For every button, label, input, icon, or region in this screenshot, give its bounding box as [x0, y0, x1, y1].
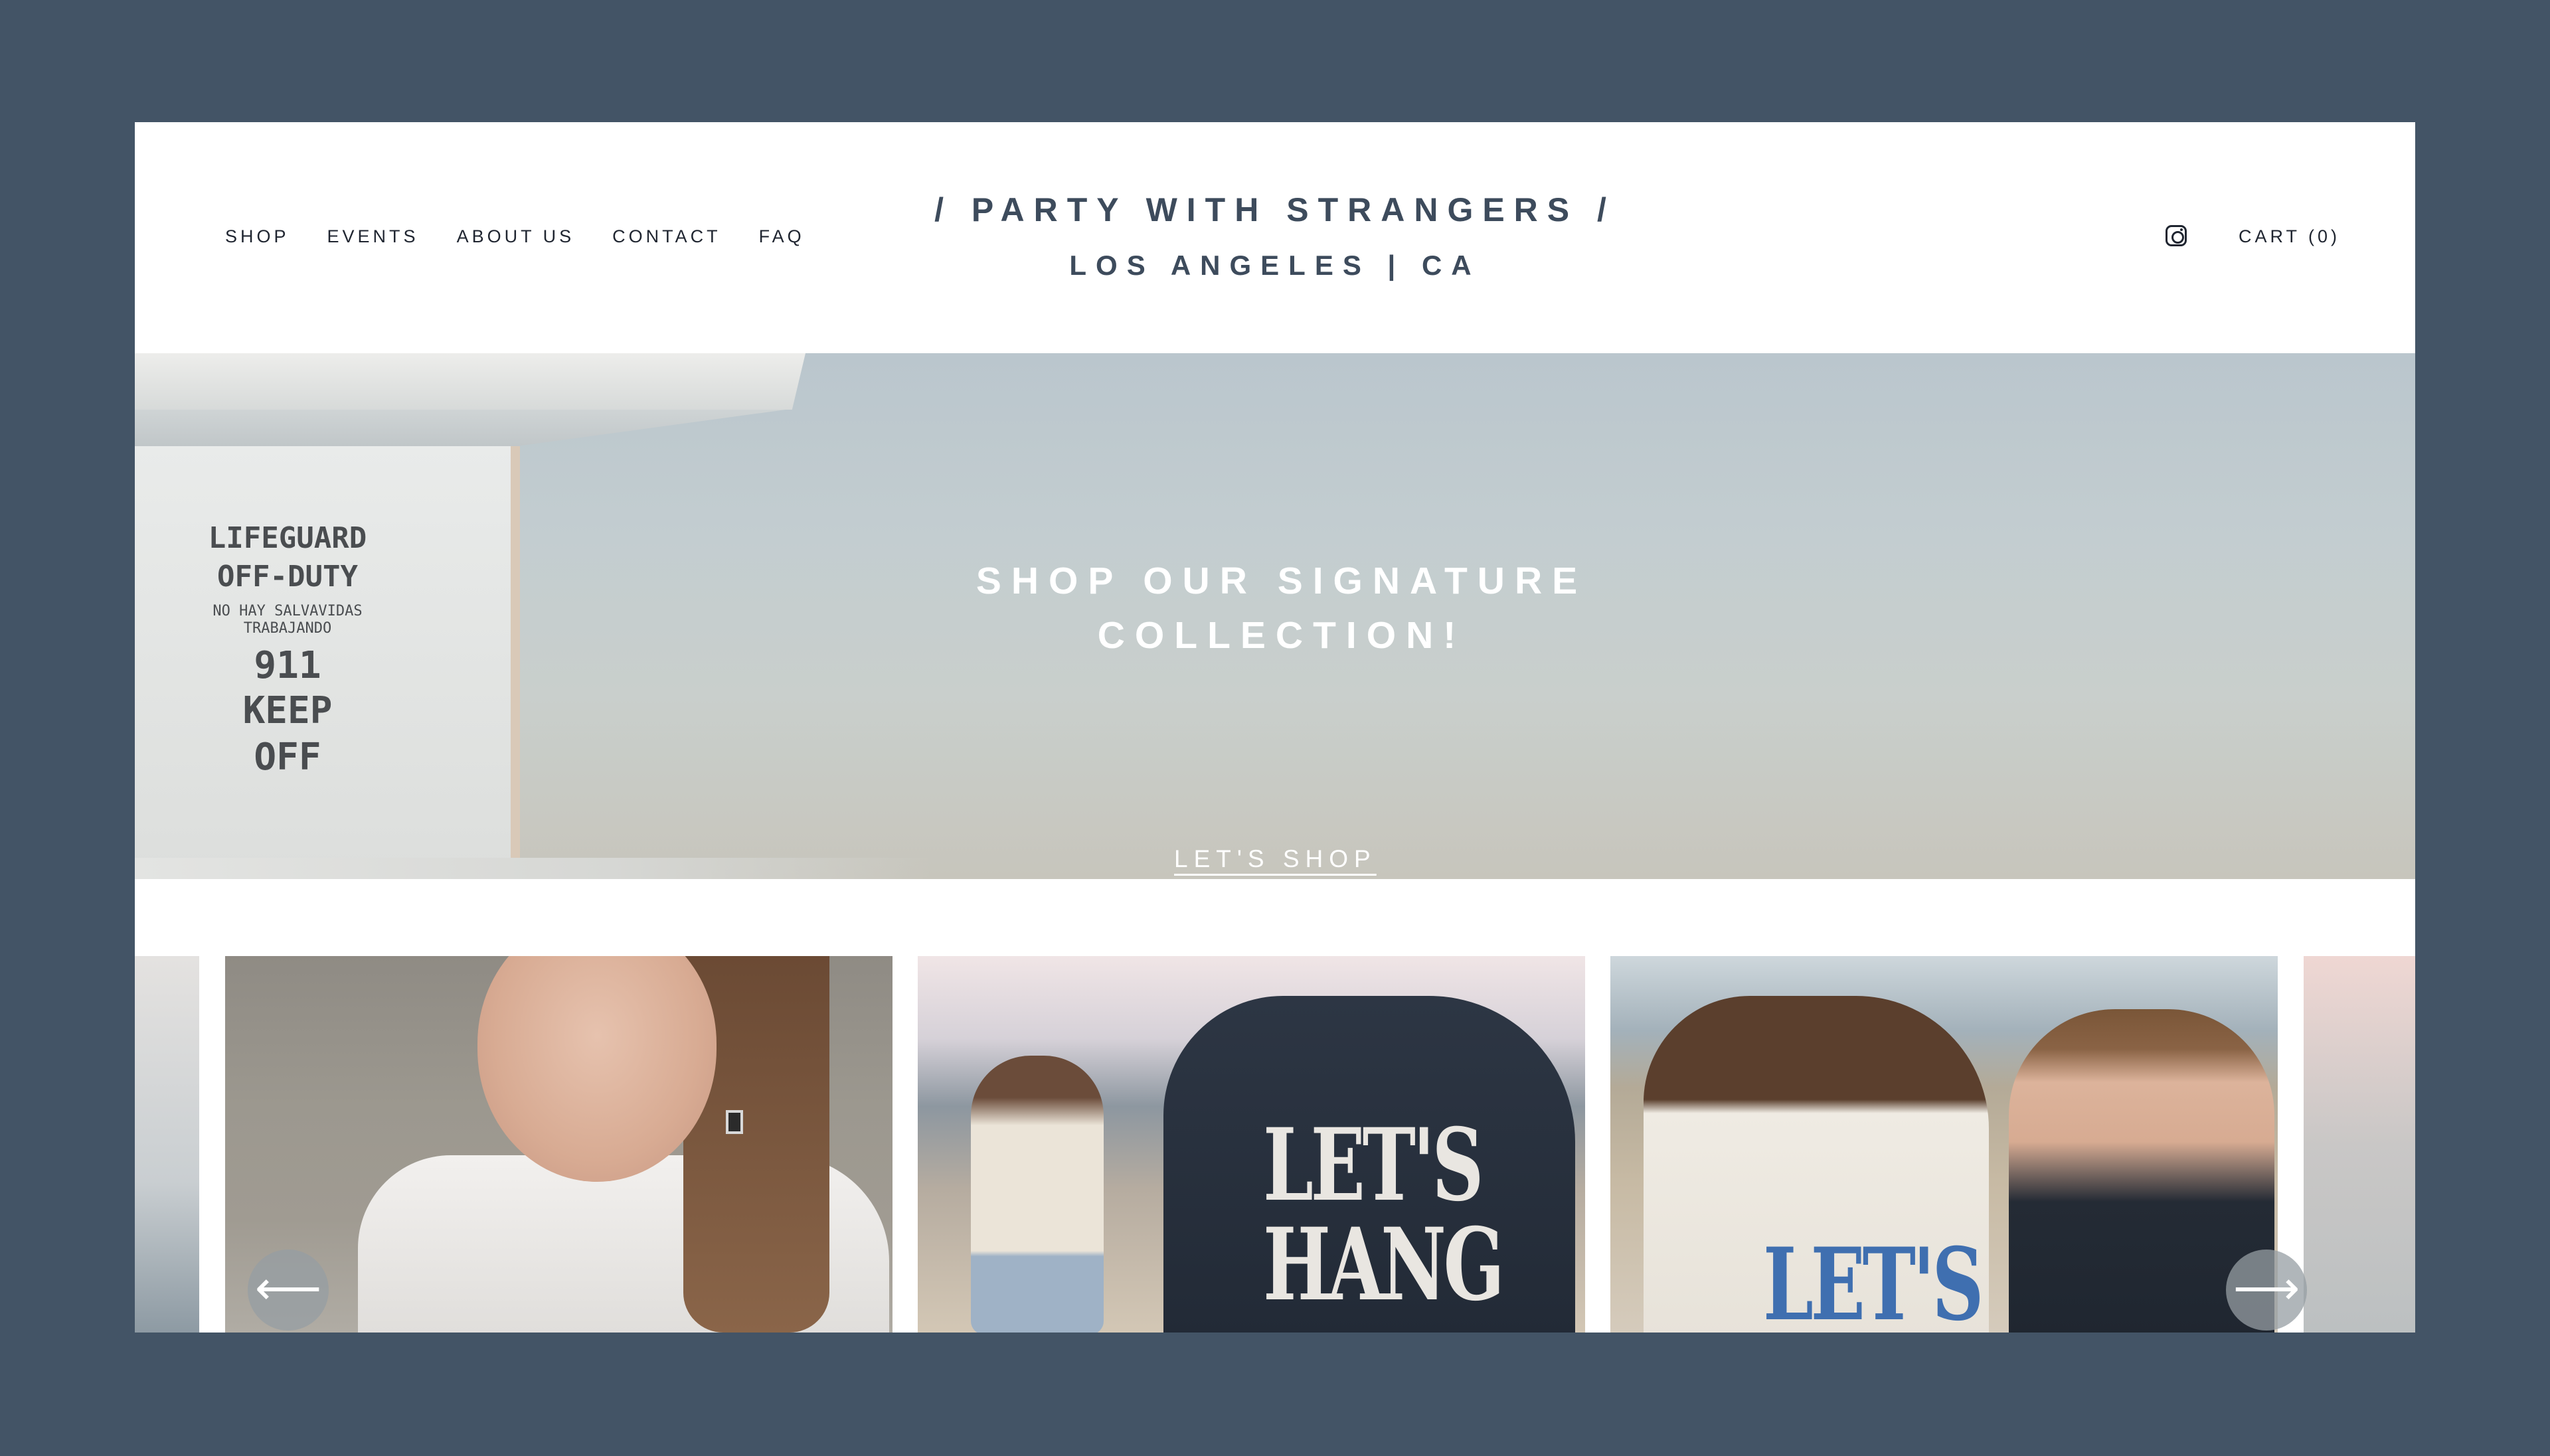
carousel-prev-button[interactable]: ⟵: [248, 1250, 329, 1331]
sweatshirt-print: LET'S HANG: [1263, 1107, 1505, 1323]
nav-faq[interactable]: FAQ: [759, 226, 805, 247]
site-frame: SHOP EVENTS ABOUT US CONTACT FAQ / PARTY…: [135, 122, 2415, 1333]
nav-contact[interactable]: CONTACT: [612, 226, 721, 247]
sign-text-spanish: NO HAY SALVAVIDAS TRABAJANDO: [212, 603, 363, 637]
carousel-slide[interactable]: LET'S: [1610, 956, 2278, 1333]
lifeguard-sign: LIFEGUARD OFF-DUTY NO HAY SALVAVIDAS TRA…: [201, 519, 374, 781]
lifeguard-tower-base: [135, 858, 932, 879]
arrow-right-icon: ⟶: [2233, 1261, 2300, 1315]
hero-banner: LIFEGUARD OFF-DUTY NO HAY SALVAVIDAS TRA…: [135, 353, 2415, 879]
carousel-next-button[interactable]: ⟶: [2226, 1250, 2307, 1331]
carousel-slide[interactable]: LET'S HANG: [918, 956, 1585, 1333]
nav-about-us[interactable]: ABOUT US: [457, 226, 575, 247]
instagram-icon[interactable]: [2166, 225, 2187, 246]
photo-walking-woman: [971, 1056, 1104, 1333]
photo-smiling-face: [477, 956, 717, 1182]
sign-text-911: 911: [254, 644, 321, 687]
nav-shop[interactable]: SHOP: [225, 226, 290, 247]
carousel-slide[interactable]: [2304, 956, 2415, 1333]
photo-carousel: LET'S HANG LET'S: [135, 956, 2415, 1333]
lets-shop-button[interactable]: LET'S SHOP: [1174, 845, 1377, 873]
sign-text-keep-off: KEEP OFF: [242, 689, 333, 779]
site-subtitle[interactable]: LOS ANGELES | CA: [135, 250, 2415, 282]
site-title[interactable]: / PARTY WITH STRANGERS /: [135, 191, 2415, 229]
lifeguard-tower-roof: [135, 353, 806, 410]
hero-heading: SHOP OUR SIGNATURE COLLECTION!: [976, 560, 1588, 657]
nav-events[interactable]: EVENTS: [327, 226, 419, 247]
sweatshirt-print: LET'S: [1763, 1226, 1984, 1333]
carousel-slide[interactable]: [135, 956, 199, 1333]
photo-earring: [726, 1110, 743, 1134]
lifeguard-tower-eave: [135, 410, 786, 449]
site-header: SHOP EVENTS ABOUT US CONTACT FAQ / PARTY…: [135, 122, 2415, 353]
arrow-left-icon: ⟵: [254, 1261, 322, 1315]
sign-text-offduty: LIFEGUARD OFF-DUTY: [208, 521, 367, 594]
cart-link[interactable]: CART (0): [2239, 226, 2340, 247]
main-nav: SHOP EVENTS ABOUT US CONTACT FAQ: [225, 226, 843, 247]
